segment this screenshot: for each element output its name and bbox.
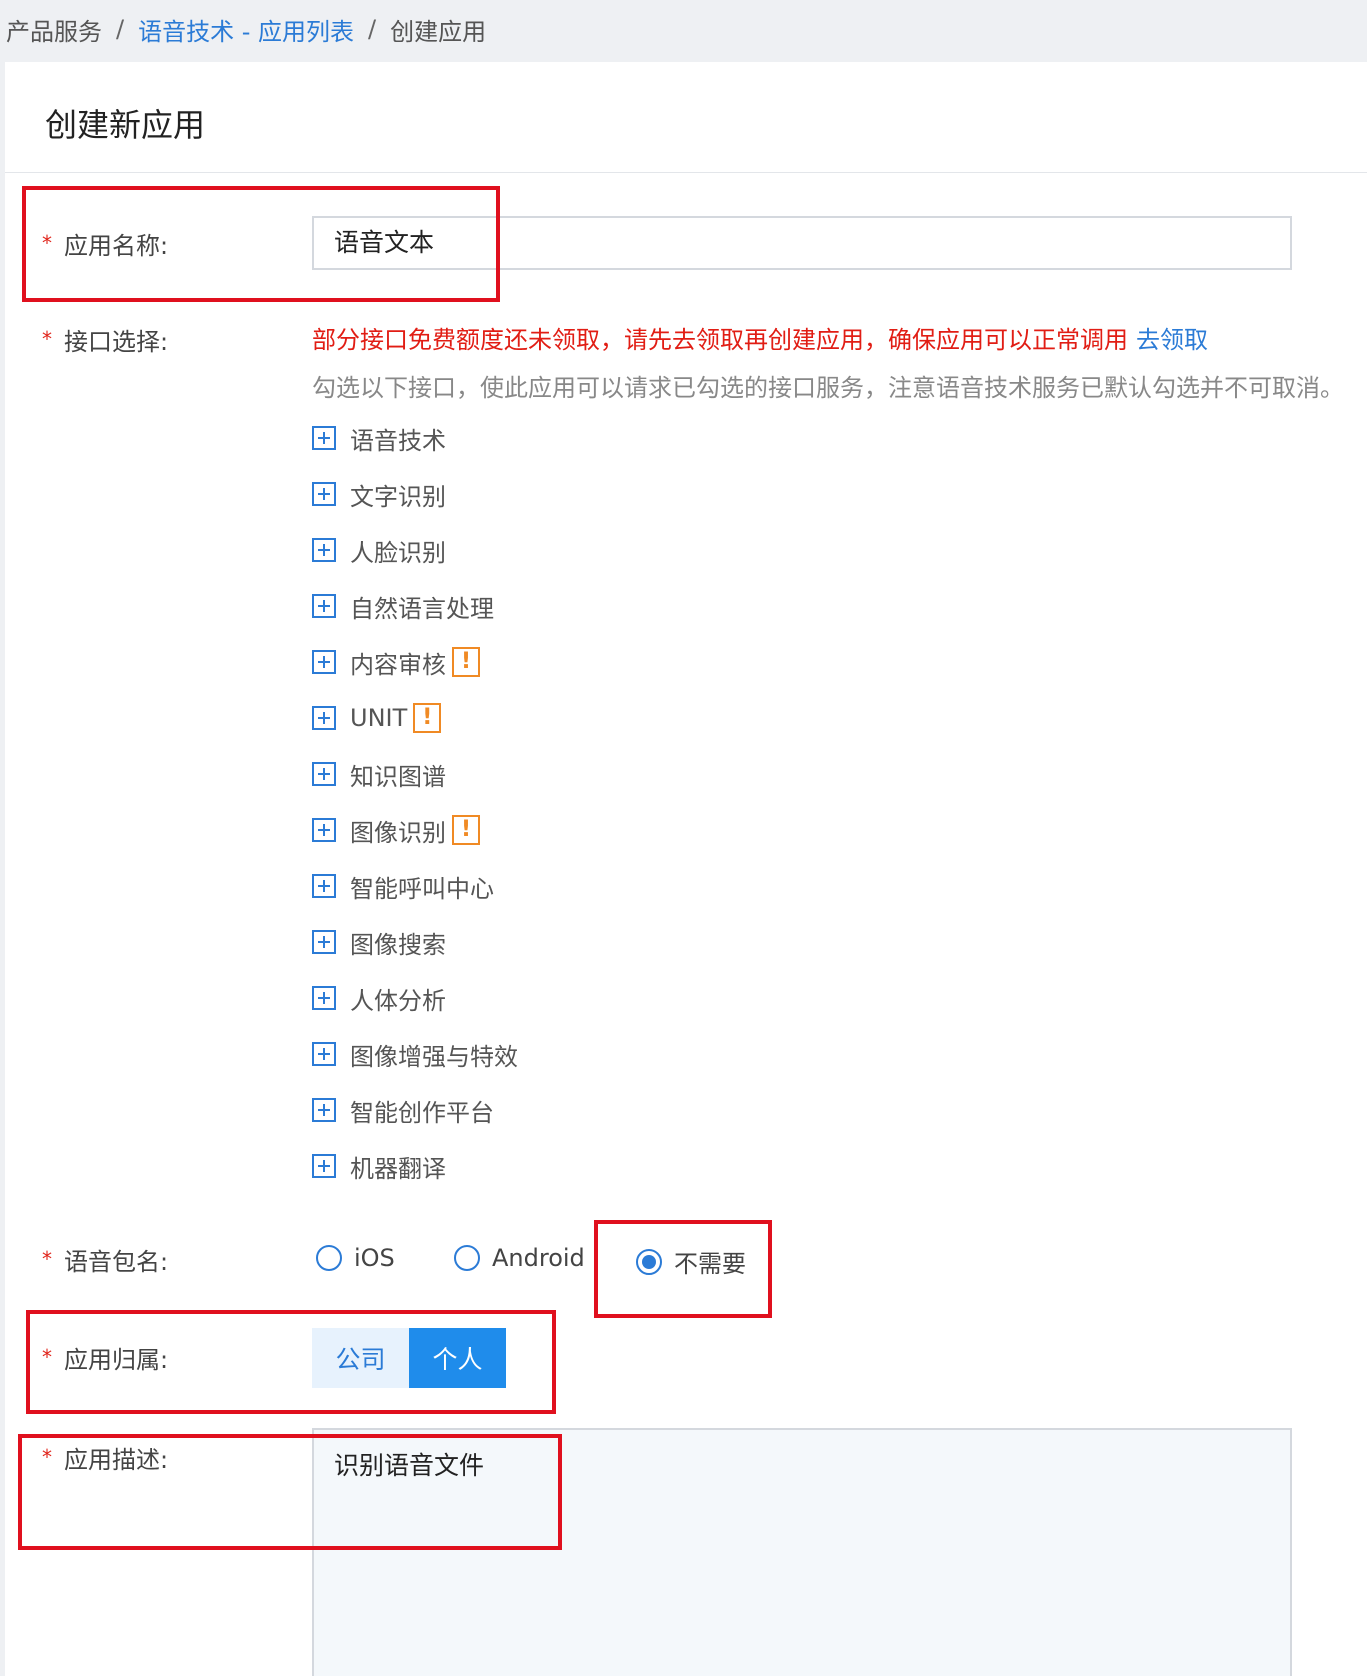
api-item-label: 图像搜索 (350, 930, 446, 959)
radio-android[interactable]: Android (454, 1244, 585, 1272)
api-item[interactable]: 机器翻译 (312, 1148, 446, 1184)
ownership-company-button[interactable]: 公司 (312, 1328, 409, 1388)
warning-badge-icon[interactable]: ! (413, 703, 442, 733)
api-item[interactable]: 文字识别 (312, 476, 446, 512)
claim-quota-link[interactable]: 去领取 (1136, 326, 1208, 354)
expand-plus-icon[interactable] (312, 1042, 336, 1066)
breadcrumb-separator: / (368, 15, 377, 43)
api-item-label: 文字识别 (350, 482, 446, 511)
expand-plus-icon[interactable] (312, 482, 336, 506)
expand-plus-icon[interactable] (312, 986, 336, 1010)
title-divider (5, 172, 1367, 173)
api-item[interactable]: 图像增强与特效 (312, 1036, 518, 1072)
expand-plus-icon[interactable] (312, 538, 336, 562)
warning-badge-icon[interactable]: ! (452, 647, 480, 677)
expand-plus-icon[interactable] (312, 1154, 336, 1178)
ownership-label: * 应用归属: (42, 1345, 169, 1374)
api-item-label: 人体分析 (350, 986, 446, 1015)
api-item[interactable]: 智能创作平台 (312, 1092, 494, 1128)
voice-package-label: * 语音包名: (42, 1247, 169, 1276)
expand-plus-icon[interactable] (312, 650, 336, 674)
expand-plus-icon[interactable] (312, 930, 336, 954)
breadcrumb: 产品服务 / 语音技术 - 应用列表 / 创建应用 (6, 6, 486, 52)
api-item[interactable]: 语音技术 (312, 420, 446, 456)
api-item[interactable]: 人体分析 (312, 980, 446, 1016)
expand-plus-icon[interactable] (312, 762, 336, 786)
ownership-toggle: 公司 个人 (312, 1328, 506, 1388)
api-item-label: 内容审核 (350, 650, 446, 679)
api-item-label: 人脸识别 (350, 538, 446, 567)
api-item-label: 自然语言处理 (350, 594, 494, 623)
api-item[interactable]: 人脸识别 (312, 532, 446, 568)
api-item[interactable]: 内容审核! (312, 644, 480, 680)
ownership-personal-button[interactable]: 个人 (409, 1328, 506, 1388)
api-item[interactable]: UNIT! (312, 700, 442, 736)
api-item[interactable]: 自然语言处理 (312, 588, 494, 624)
expand-plus-icon[interactable] (312, 594, 336, 618)
required-star: * (42, 1345, 52, 1369)
quota-warning: 部分接口免费额度还未领取，请先去领取再创建应用，确保应用可以正常调用 去领取 (312, 326, 1208, 354)
expand-plus-icon[interactable] (312, 426, 336, 450)
api-item-label: 图像识别 (350, 818, 446, 847)
api-item-label: 图像增强与特效 (350, 1042, 518, 1071)
breadcrumb-separator: / (116, 15, 125, 43)
expand-plus-icon[interactable] (312, 818, 336, 842)
api-select-label: * 接口选择: (42, 327, 169, 356)
api-item-label: 智能呼叫中心 (350, 874, 494, 903)
api-item[interactable]: 知识图谱 (312, 756, 446, 792)
expand-plus-icon[interactable] (312, 1098, 336, 1122)
api-item-label: UNIT (350, 704, 408, 732)
radio-checked-icon[interactable] (636, 1248, 662, 1275)
radio-ios[interactable]: iOS (316, 1244, 395, 1272)
api-item-label: 知识图谱 (350, 762, 446, 791)
app-name-input[interactable]: 语音文本 (312, 216, 1292, 270)
description-label: * 应用描述: (42, 1445, 169, 1474)
page-title: 创建新应用 (45, 106, 206, 144)
description-textarea[interactable]: 识别语音文件 (312, 1428, 1292, 1676)
required-star: * (42, 1247, 52, 1271)
required-star: * (42, 231, 52, 255)
expand-plus-icon[interactable] (312, 874, 336, 898)
warning-badge-icon[interactable]: ! (452, 815, 480, 845)
radio-circle-icon[interactable] (316, 1245, 342, 1271)
api-item[interactable]: 智能呼叫中心 (312, 868, 494, 904)
breadcrumb-parent-link[interactable]: 语音技术 - 应用列表 (138, 12, 354, 47)
api-item[interactable]: 图像搜索 (312, 924, 446, 960)
app-name-label: * 应用名称: (42, 231, 169, 260)
breadcrumb-root[interactable]: 产品服务 (6, 12, 102, 47)
api-item-label: 语音技术 (350, 426, 446, 455)
api-item-label: 智能创作平台 (350, 1098, 494, 1127)
required-star: * (42, 327, 52, 351)
api-item-label: 机器翻译 (350, 1154, 446, 1183)
breadcrumb-current: 创建应用 (390, 17, 487, 46)
radio-not-needed[interactable]: 不需要 (636, 1244, 746, 1279)
api-select-hint: 勾选以下接口，使此应用可以请求已勾选的接口服务，注意语音技术服务已默认勾选并不可… (312, 374, 1344, 402)
expand-plus-icon[interactable] (312, 706, 336, 730)
radio-circle-icon[interactable] (454, 1245, 480, 1271)
required-star: * (42, 1445, 52, 1469)
api-item[interactable]: 图像识别! (312, 812, 480, 848)
